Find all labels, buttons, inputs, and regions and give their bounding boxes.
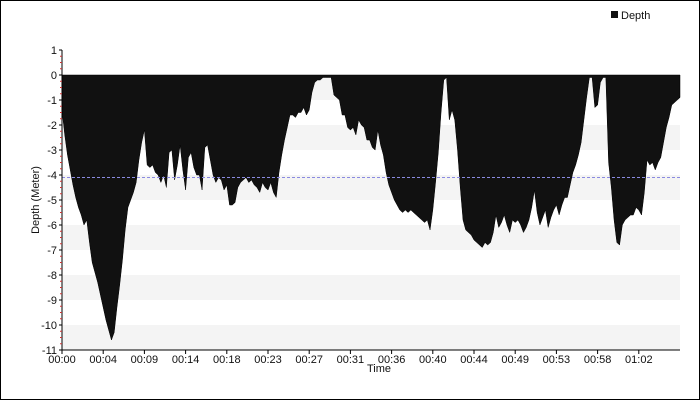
y-tick-label: -5 (47, 195, 57, 207)
x-tick-label: 00:44 (460, 354, 488, 366)
y-tick-label: -4 (47, 170, 57, 182)
legend: Depth (611, 10, 650, 22)
y-tick-label: 0 (51, 70, 57, 82)
y-tick-label: -1 (47, 95, 57, 107)
y-tick-label: -3 (47, 145, 57, 157)
x-tick-label: 00:18 (213, 354, 241, 366)
x-tick-label: 00:04 (89, 354, 117, 366)
y-tick-label: -2 (47, 120, 57, 132)
grid-band (62, 275, 680, 300)
grid-band (62, 175, 680, 200)
x-tick-label: 00:00 (48, 354, 76, 366)
y-tick-label: -10 (41, 320, 57, 332)
x-tick-label: 00:53 (543, 354, 571, 366)
x-tick-label: 00:23 (254, 354, 282, 366)
x-axis-label: Time (367, 363, 391, 375)
chart-frame: 1 0 -1 -2 -3 -4 -5 -6 -7 -8 -9 -10 -11 00:00 00:04 00:… (0, 0, 700, 400)
x-tick-label: 00:49 (501, 354, 529, 366)
x-tick-label: 00:09 (131, 354, 159, 366)
grid-band (62, 325, 680, 350)
y-ticks: 10-1-2-3-4-5-6-7-8-9-10-11 (41, 45, 62, 357)
y-tick-label: -9 (47, 295, 57, 307)
legend-swatch (611, 11, 618, 18)
x-tick-label: 00:31 (337, 354, 365, 366)
y-tick-label: -6 (47, 220, 57, 232)
depth-chart: 10-1-2-3-4-5-6-7-8-9-10-11 00:00 00:04 00:… (30, 10, 681, 375)
x-tick-label: 00:14 (172, 354, 200, 366)
depth-area (61, 74, 681, 341)
x-ticks: 00:00 00:04 00:09 00:14 00:18 00:23 00:27 00:31… (48, 350, 653, 366)
grid-band (62, 225, 680, 250)
x-tick-label: 00:58 (584, 354, 612, 366)
x-tick-label: 00:40 (419, 354, 447, 366)
y-tick-label: -8 (47, 270, 57, 282)
y-tick-label: -7 (47, 245, 57, 257)
y-axis-label: Depth (Meter) (30, 166, 42, 234)
legend-label: Depth (621, 10, 650, 22)
x-tick-label: 00:27 (295, 354, 323, 366)
x-tick-label: 01:02 (625, 354, 653, 366)
y-tick-label: 1 (51, 45, 57, 57)
